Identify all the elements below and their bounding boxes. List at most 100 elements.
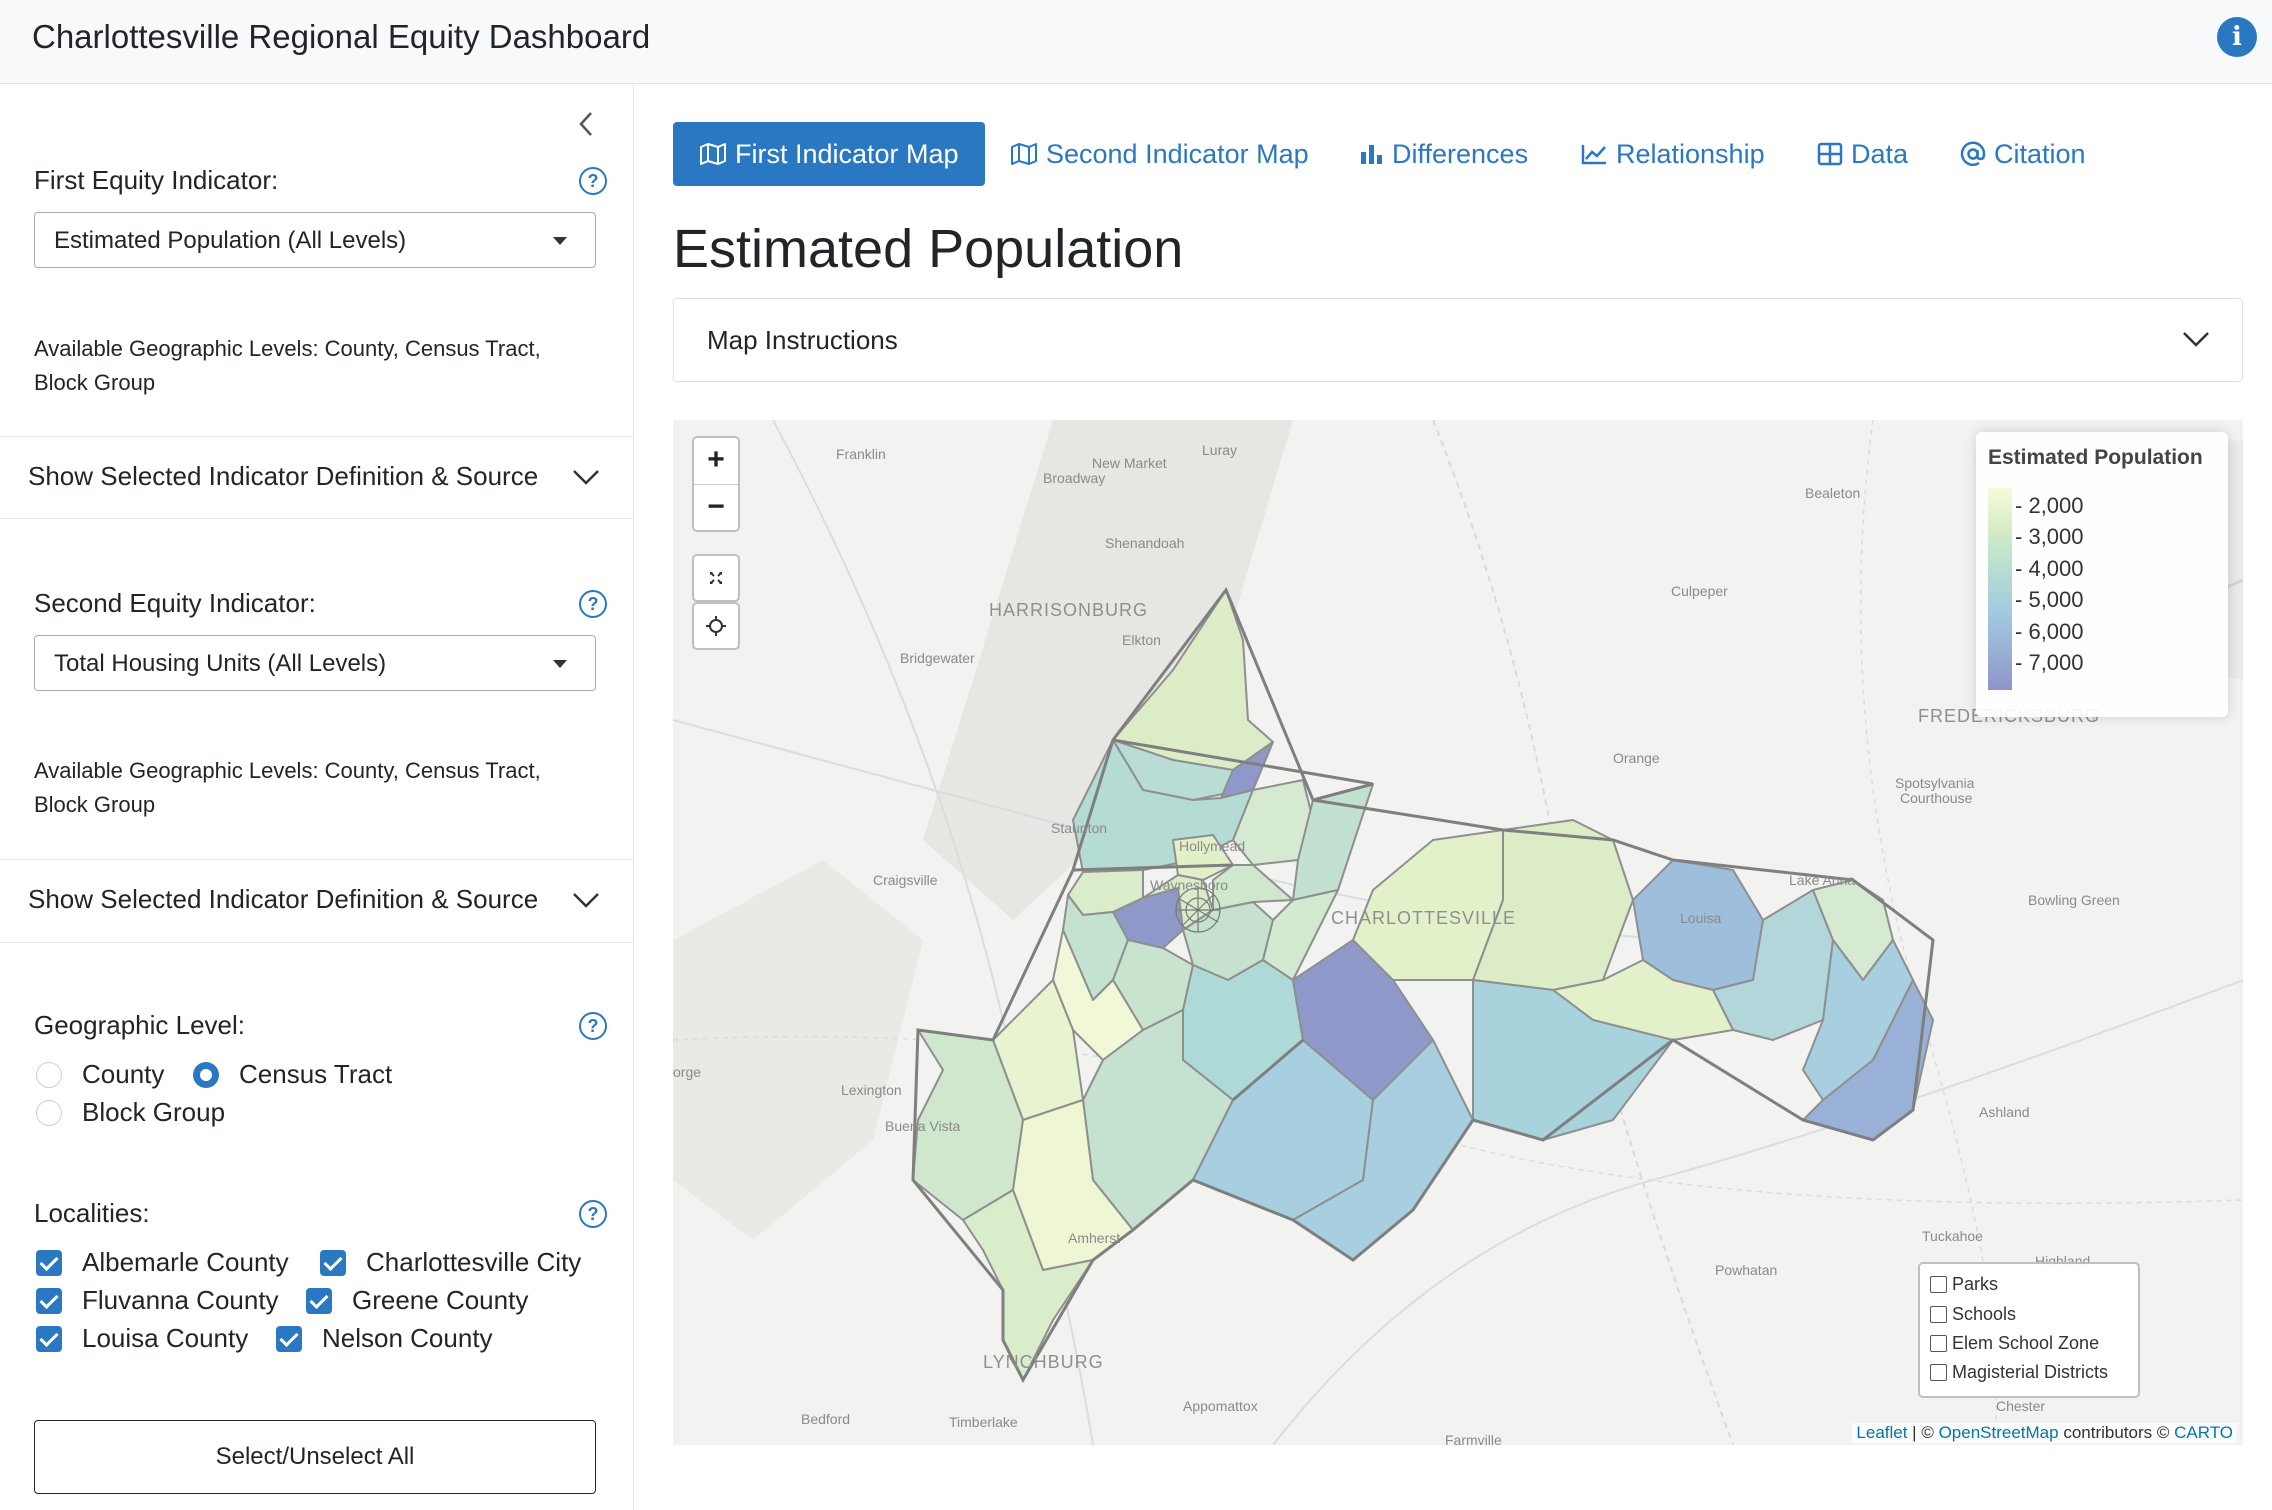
zoom-control: + − <box>692 436 740 532</box>
sidebar: First Equity Indicator: ? Estimated Popu… <box>0 85 634 1510</box>
place-label: Staunton <box>1051 820 1108 836</box>
second-indicator-select[interactable]: Total Housing Units (All Levels) <box>34 635 596 691</box>
layer-toggle-elem-school-zone[interactable]: Elem School Zone <box>1930 1333 2099 1359</box>
tab-second-indicator-map[interactable]: Second Indicator Map <box>1010 122 1309 186</box>
place-label: Amherst <box>1068 1230 1121 1246</box>
chevron-down-icon <box>573 470 599 485</box>
map-attribution: Leaflet | © OpenStreetMap contributors ©… <box>1852 1423 2237 1443</box>
tab-label: First Indicator Map <box>735 139 959 169</box>
checkbox-fluvanna-county-label: Fluvanna County <box>82 1285 279 1315</box>
tab-data[interactable]: Data <box>1817 122 1908 186</box>
checkbox-icon <box>1930 1306 1947 1323</box>
place-label: New Market <box>1092 455 1167 471</box>
crosshair-icon <box>706 616 726 636</box>
chevron-down-icon <box>573 893 599 908</box>
checkbox-louisa-county[interactable] <box>36 1326 62 1352</box>
place-label: Franklin <box>836 446 886 462</box>
second-indicator-help-icon[interactable]: ? <box>579 590 607 618</box>
checkbox-icon <box>1930 1276 1947 1293</box>
checkbox-greene-county[interactable] <box>306 1288 332 1314</box>
first-indicator-select[interactable]: Estimated Population (All Levels) <box>34 212 596 268</box>
layer-toggle-schools[interactable]: Schools <box>1930 1304 2016 1330</box>
collapse-sidebar-icon[interactable] <box>575 107 597 141</box>
checkbox-albemarle-county-label: Albemarle County <box>82 1247 289 1277</box>
chevron-down-icon <box>553 237 567 245</box>
tab-label: Relationship <box>1616 139 1765 169</box>
place-label: Chester <box>1996 1398 2046 1414</box>
info-icon[interactable]: i <box>2217 17 2257 57</box>
geographic-level-help-icon[interactable]: ? <box>579 1012 607 1040</box>
legend-color-ramp <box>1988 488 2012 690</box>
place-label: Elkton <box>1122 632 1161 648</box>
leaflet-link[interactable]: Leaflet <box>1856 1423 1907 1442</box>
radio-county-label: County <box>82 1059 165 1089</box>
place-label: Bedford <box>801 1411 851 1427</box>
checkbox-charlottesville-city[interactable] <box>320 1250 346 1276</box>
map-icon <box>1011 142 1037 165</box>
layer-toggle-parks[interactable]: Parks <box>1930 1274 1998 1300</box>
tab-first-indicator-map[interactable]: First Indicator Map <box>673 122 985 186</box>
second-available-levels: Available Geographic Levels: County, Cen… <box>34 754 614 822</box>
radio-block-group[interactable] <box>36 1100 62 1126</box>
first-definition-toggle[interactable]: Show Selected Indicator Definition & Sou… <box>0 437 634 517</box>
checkbox-nelson-county[interactable] <box>276 1326 302 1352</box>
legend-tick: - 4,000 <box>2015 556 2084 581</box>
app-title: Charlottesville Regional Equity Dashboar… <box>32 18 651 55</box>
checkbox-louisa-county-label: Louisa County <box>82 1323 249 1353</box>
first-available-line1: Available Geographic Levels: County, Cen… <box>34 336 541 361</box>
tab-label: Data <box>1851 139 1909 169</box>
layer-toggle-magisterial-districts[interactable]: Magisterial Districts <box>1930 1362 2108 1388</box>
place-label: orge <box>673 1064 702 1080</box>
zoom-in-button[interactable]: + <box>694 438 738 484</box>
place-label: Broadway <box>1043 470 1106 486</box>
map-icon <box>700 142 726 165</box>
place-label: LYNCHBURG <box>983 1352 1104 1372</box>
bar-chart-icon <box>1361 144 1382 164</box>
second-available-line2: Block Group <box>34 792 156 817</box>
checkbox-nelson-county-label: Nelson County <box>322 1323 493 1353</box>
second-definition-toggle[interactable]: Show Selected Indicator Definition & Sou… <box>0 860 634 940</box>
zoom-out-button[interactable]: − <box>694 485 738 531</box>
fullscreen-button[interactable] <box>692 554 740 602</box>
place-label: Courthouse <box>1900 790 1973 806</box>
place-label: Lake Anna <box>1789 872 1856 888</box>
first-indicator-help-icon[interactable]: ? <box>579 167 607 195</box>
tab-relationship[interactable]: Relationship <box>1580 122 1765 186</box>
map-instructions-accordion[interactable]: Map Instructions <box>673 298 2243 382</box>
place-label: Luray <box>1202 442 1238 458</box>
checkbox-albemarle-county[interactable] <box>36 1250 62 1276</box>
legend-tick: - 6,000 <box>2015 619 2084 644</box>
legend-tick: - 2,000 <box>2015 493 2084 518</box>
divider <box>0 942 634 943</box>
carto-link[interactable]: CARTO <box>2174 1423 2233 1442</box>
radio-census-tract-label: Census Tract <box>239 1059 393 1089</box>
layer-control: Parks Schools Elem School Zone Magisteri… <box>1918 1262 2140 1398</box>
second-definition-label: Show Selected Indicator Definition & Sou… <box>28 884 539 914</box>
osm-link[interactable]: OpenStreetMap <box>1939 1423 2059 1442</box>
place-label: Tuckahoe <box>1922 1228 1983 1244</box>
place-label: Culpeper <box>1671 583 1728 599</box>
tab-citation[interactable]: Citation <box>1960 122 2086 186</box>
place-label: Waynesboro <box>1150 877 1229 893</box>
place-label: Powhatan <box>1715 1262 1778 1278</box>
second-indicator-label: Second Equity Indicator: <box>34 588 316 618</box>
legend-tick: - 5,000 <box>2015 587 2084 612</box>
tab-differences[interactable]: Differences <box>1358 122 1528 186</box>
radio-block-group-label: Block Group <box>82 1097 226 1127</box>
choropleth-map[interactable]: Franklin New Market Luray Broadway Beale… <box>673 420 2243 1445</box>
radio-county[interactable] <box>36 1062 62 1088</box>
second-indicator-selected: Total Housing Units (All Levels) <box>54 650 387 677</box>
tab-label: Second Indicator Map <box>1046 139 1309 169</box>
checkbox-fluvanna-county[interactable] <box>36 1288 62 1314</box>
chevron-down-icon <box>2183 332 2209 347</box>
localities-help-icon[interactable]: ? <box>579 1200 607 1228</box>
place-label: Orange <box>1613 750 1660 766</box>
select-all-button[interactable]: Select/Unselect All <box>34 1420 596 1494</box>
second-available-line1: Available Geographic Levels: County, Cen… <box>34 758 541 783</box>
geographic-level-label: Geographic Level: <box>34 1010 246 1040</box>
checkbox-icon <box>1930 1364 1947 1381</box>
checkbox-charlottesville-city-label: Charlottesville City <box>366 1247 582 1277</box>
radio-census-tract[interactable] <box>193 1062 219 1088</box>
page-title: Estimated Population <box>673 219 1184 279</box>
locate-button[interactable] <box>692 602 740 650</box>
